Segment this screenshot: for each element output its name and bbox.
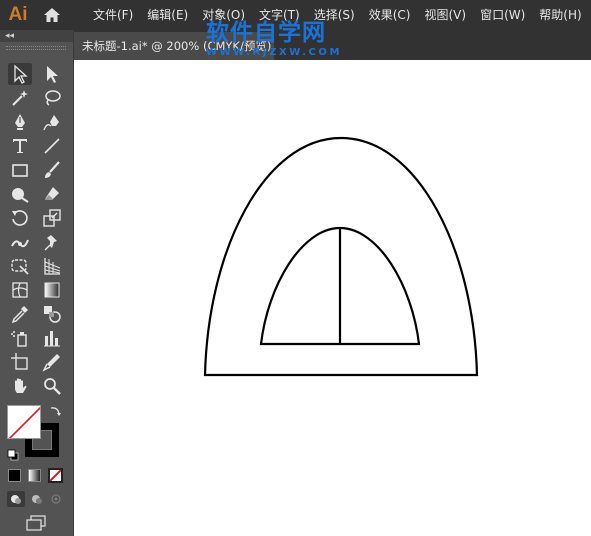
slice-tool-icon[interactable] [40, 351, 64, 373]
toolbar-collapse-button[interactable]: ◂◂ [0, 30, 73, 42]
pen-tool-icon[interactable] [8, 111, 32, 133]
watermark: 软件自学网 WWW.RJZXW.COM [206, 20, 356, 62]
lasso-tool-icon[interactable] [40, 87, 64, 109]
default-fill-stroke-icon[interactable] [7, 446, 19, 461]
hand-tool-icon[interactable] [8, 375, 32, 397]
curvature-tool-icon[interactable] [40, 111, 64, 133]
mesh-tool-icon[interactable] [8, 279, 32, 301]
rotate-tool-icon[interactable] [8, 207, 32, 229]
tent-artwork[interactable] [74, 60, 591, 536]
gradient-mode-button[interactable] [28, 469, 41, 482]
watermark-url: WWW.RJZXW.COM [206, 47, 343, 58]
selection-tool-icon[interactable] [8, 63, 32, 85]
zoom-tool-icon[interactable] [40, 375, 64, 397]
menu-window[interactable]: 窗口(W) [473, 0, 532, 30]
menu-view[interactable]: 视图(V) [417, 0, 473, 30]
type-tool-icon[interactable] [8, 135, 32, 157]
puppet-warp-tool-icon[interactable] [40, 231, 64, 253]
artboard-canvas[interactable] [74, 60, 591, 536]
fill-swatch[interactable] [7, 405, 41, 439]
draw-inside-icon[interactable] [47, 491, 65, 507]
swap-fill-stroke-icon[interactable] [48, 404, 64, 420]
perspective-grid-tool-icon[interactable] [40, 255, 64, 277]
eyedropper-tool-icon[interactable] [8, 303, 32, 325]
scale-tool-icon[interactable] [40, 207, 64, 229]
tools-panel: ◂◂ [0, 30, 74, 536]
width-tool-icon[interactable] [8, 231, 32, 253]
rectangle-tool-icon[interactable] [8, 159, 32, 181]
home-icon[interactable] [36, 0, 68, 30]
blend-tool-icon[interactable] [40, 303, 64, 325]
eraser-tool-icon[interactable] [40, 183, 64, 205]
shaper-tool-icon[interactable] [8, 183, 32, 205]
gradient-tool-icon[interactable] [40, 279, 64, 301]
menu-edit[interactable]: 编辑(E) [140, 0, 195, 30]
menu-file[interactable]: 文件(F) [86, 0, 140, 30]
toolbar-grip[interactable] [6, 46, 66, 50]
draw-behind-icon[interactable] [27, 491, 45, 507]
artboard-tool-icon[interactable] [8, 351, 32, 373]
none-mode-button[interactable] [48, 468, 63, 483]
screen-mode-icon[interactable] [24, 515, 48, 531]
color-mode-button[interactable] [8, 469, 21, 482]
paintbrush-tool-icon[interactable] [40, 159, 64, 181]
menu-effect[interactable]: 效果(C) [362, 0, 418, 30]
menu-help[interactable]: 帮助(H) [532, 0, 588, 30]
symbol-sprayer-tool-icon[interactable] [8, 327, 32, 349]
direct-selection-tool-icon[interactable] [40, 63, 64, 85]
line-segment-tool-icon[interactable] [40, 135, 64, 157]
column-graph-tool-icon[interactable] [40, 327, 64, 349]
app-logo: Ai [8, 4, 28, 25]
draw-normal-icon[interactable] [7, 491, 25, 507]
free-transform-tool-icon[interactable] [8, 255, 32, 277]
magic-wand-tool-icon[interactable] [8, 87, 32, 109]
watermark-title: 软件自学网 [206, 20, 326, 46]
